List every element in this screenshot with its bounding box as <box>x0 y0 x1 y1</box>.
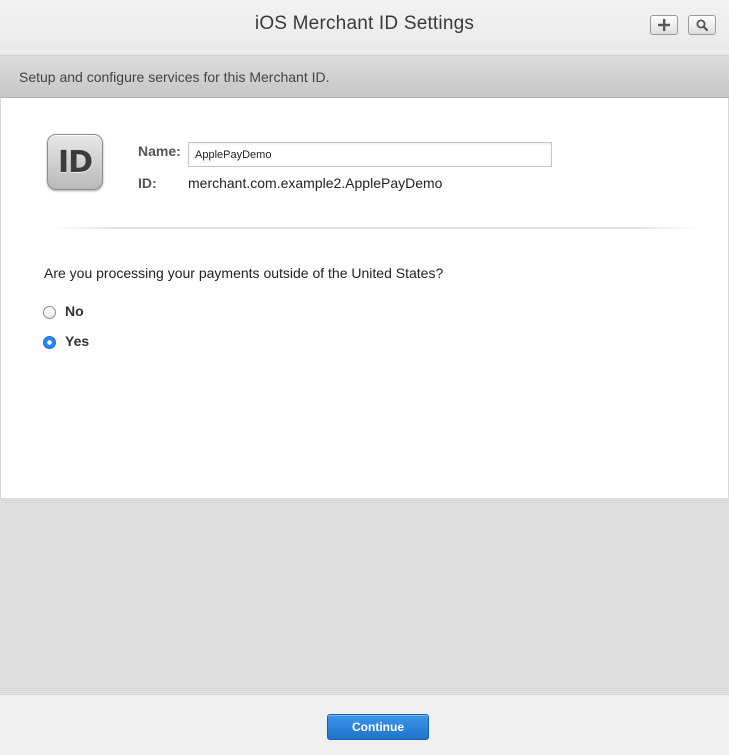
search-icon <box>696 19 708 31</box>
id-label: ID: <box>138 175 157 191</box>
id-badge-icon: ID <box>47 134 103 190</box>
merchant-id-value: merchant.com.example2.ApplePayDemo <box>188 175 443 191</box>
radio-yes[interactable] <box>43 336 56 349</box>
subheader-bar: Setup and configure services for this Me… <box>0 56 729 98</box>
title-bar: iOS Merchant ID Settings <box>0 0 729 56</box>
name-input[interactable] <box>188 142 552 167</box>
search-button[interactable] <box>688 15 716 35</box>
plus-icon <box>658 19 670 31</box>
subheader-text: Setup and configure services for this Me… <box>19 69 330 85</box>
add-button[interactable] <box>650 15 678 35</box>
section-divider <box>50 227 700 229</box>
radio-no-label[interactable]: No <box>65 303 84 319</box>
radio-no[interactable] <box>43 306 56 319</box>
name-label: Name: <box>138 143 181 159</box>
window-title: iOS Merchant ID Settings <box>254 13 475 34</box>
id-badge-text: ID <box>57 144 93 180</box>
continue-button[interactable]: Continue <box>327 714 429 740</box>
radio-yes-label[interactable]: Yes <box>65 333 89 349</box>
empty-background-area <box>0 498 729 694</box>
question-text: Are you processing your payments outside… <box>44 265 444 281</box>
